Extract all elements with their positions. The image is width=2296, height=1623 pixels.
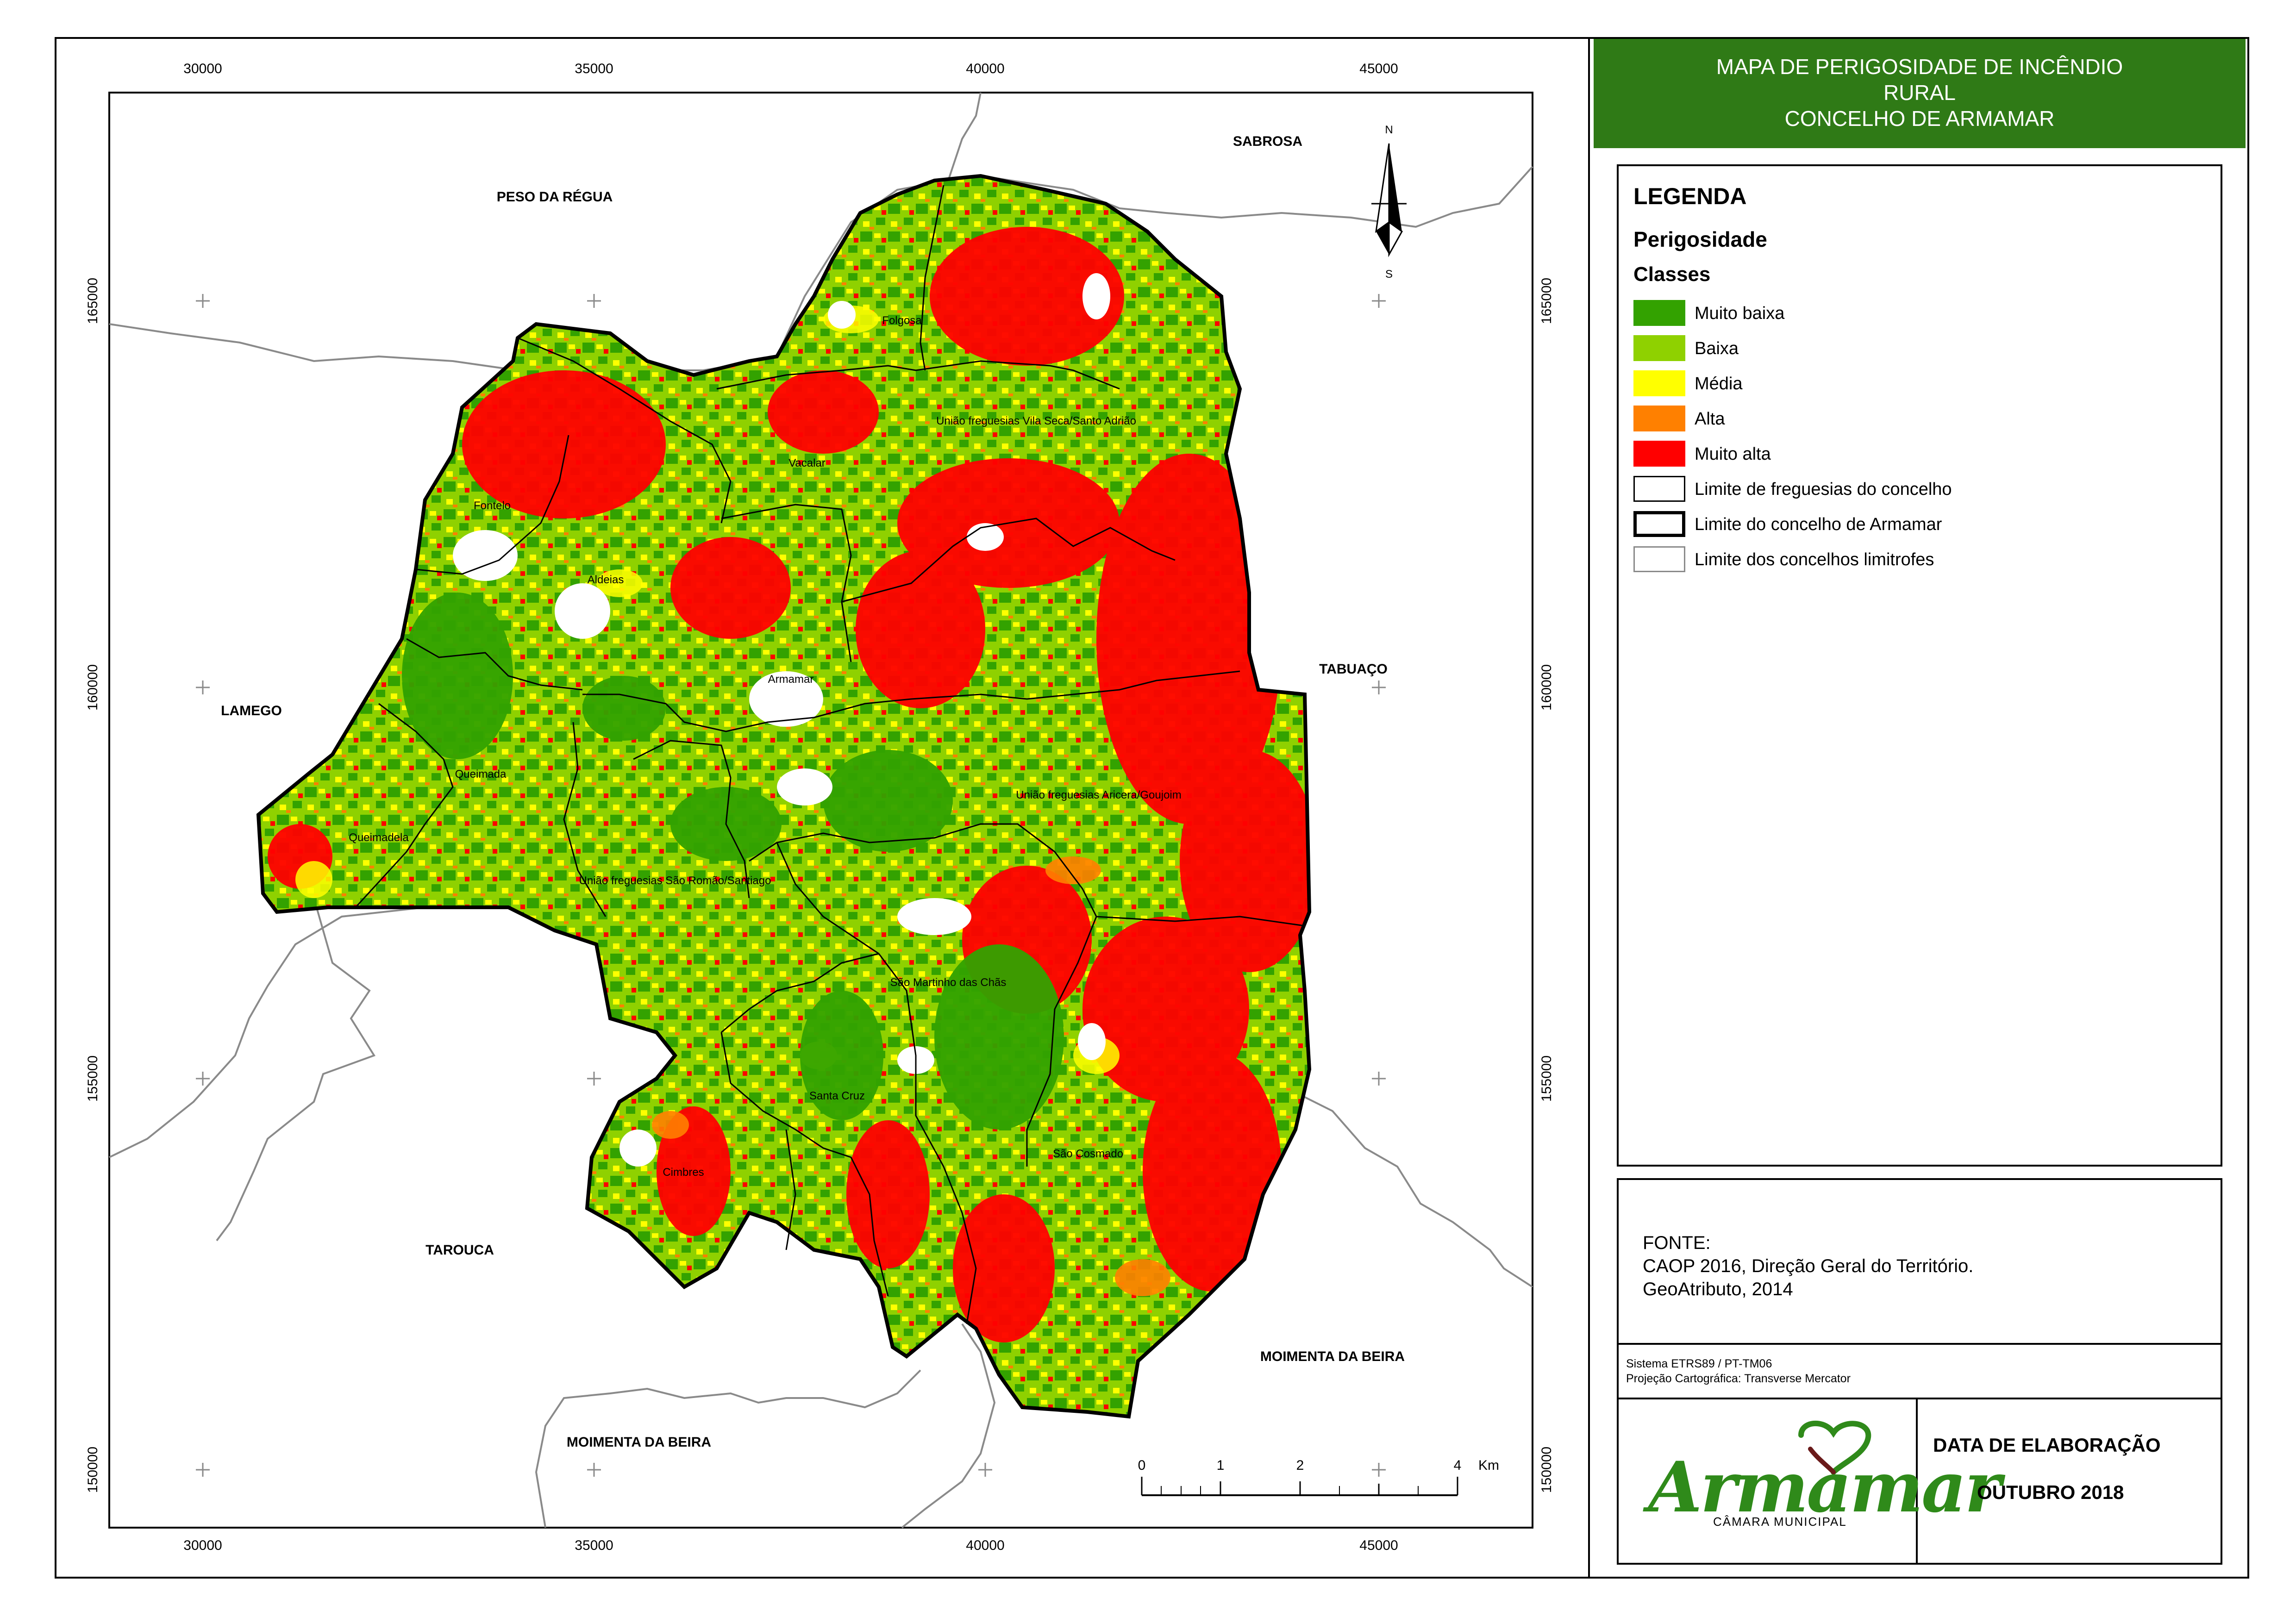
legend-label: Muito alta <box>1695 444 1771 464</box>
parish-label: Fontelo <box>474 499 511 512</box>
legend-swatch <box>1633 441 1685 467</box>
legend-label: Alta <box>1695 409 1725 429</box>
y-tick-left-0: 165000 <box>85 278 100 324</box>
y-tick-right-3: 150000 <box>1539 1447 1554 1493</box>
neighbour-peso-da-regua: PESO DA RÉGUA <box>497 189 613 205</box>
legend-swatch <box>1633 370 1685 396</box>
title-line-3: CONCELHO DE ARMAMAR <box>1784 106 2055 131</box>
parish-label: Cimbres <box>663 1166 704 1179</box>
projection-text: Sistema ETRS89 / PT-TM06 Projeção Cartog… <box>1626 1356 1851 1386</box>
date-value: OUTUBRO 2018 <box>1977 1481 2124 1503</box>
x-tick-bottom-2: 40000 <box>966 1538 1004 1553</box>
parish-label: Folgosa <box>882 314 922 327</box>
legend-heading: LEGENDA <box>1633 183 1747 209</box>
projection-name: Projeção Cartográfica: Transverse Mercat… <box>1626 1372 1851 1385</box>
legend-swatch <box>1633 546 1685 572</box>
x-tick-top-1: 35000 <box>575 61 613 76</box>
legend-swatch <box>1633 406 1685 431</box>
neighbour-tabuaco: TABUAÇO <box>1319 662 1388 677</box>
legend-swatch <box>1633 476 1685 502</box>
neighbour-moimenta-da-beira-east: MOIMENTA DA BEIRA <box>1260 1349 1405 1364</box>
parish-label: São Martinho das Chãs <box>890 976 1007 989</box>
scale-label-2: 2 <box>1296 1458 1304 1473</box>
scale-unit: Km <box>1478 1458 1499 1473</box>
legend-label: Limite do concelho de Armamar <box>1695 515 1942 534</box>
source-text: FONTE: CAOP 2016, Direção Geral do Terri… <box>1643 1231 1973 1301</box>
parish-label: Aldeias <box>588 574 624 586</box>
x-tick-top-3: 45000 <box>1359 61 1398 76</box>
neighbour-sabrosa: SABROSA <box>1233 134 1302 149</box>
legend-label: Média <box>1695 374 1743 393</box>
y-tick-right-2: 155000 <box>1539 1055 1554 1102</box>
title-line-1: MAPA DE PERIGOSIDADE DE INCÊNDIO <box>1716 55 2123 79</box>
date-heading: DATA DE ELABORAÇÃO <box>1933 1434 2161 1456</box>
logo-subtitle: CÂMARA MUNICIPAL <box>1713 1515 1847 1529</box>
parish-label: Santa Cruz <box>809 1090 865 1102</box>
legend-subheading: Perigosidade <box>1633 227 1767 251</box>
parish-label: Vacalar <box>788 457 826 469</box>
x-tick-top-0: 30000 <box>183 61 222 76</box>
x-tick-top-2: 40000 <box>966 61 1004 76</box>
neighbour-tarouca: TAROUCA <box>425 1242 494 1258</box>
legend-swatch <box>1633 511 1685 537</box>
map-canvas: 30000 35000 40000 45000 30000 35000 4000… <box>85 61 1554 1553</box>
legend-swatch <box>1633 300 1685 326</box>
parish-label: União freguesias Vila Seca/Santo Adrião <box>936 415 1136 427</box>
parish-label: União freguesias São Romão/Santiago <box>579 874 771 887</box>
x-tick-bottom-3: 45000 <box>1359 1538 1398 1553</box>
y-tick-left-3: 150000 <box>85 1447 100 1493</box>
scale-label-4: 4 <box>1454 1458 1462 1473</box>
parish-label: Queimadela <box>349 831 409 844</box>
north-label: N <box>1385 124 1393 136</box>
source-line-1: CAOP 2016, Direção Geral do Território. <box>1643 1256 1974 1276</box>
legend-label: Baixa <box>1695 339 1739 358</box>
legend-swatch <box>1633 335 1685 361</box>
parish-label: União freguesias Aricera/Goujoim <box>1016 789 1182 801</box>
scale-label-1: 1 <box>1217 1458 1225 1473</box>
y-tick-left-1: 160000 <box>85 664 100 711</box>
neighbour-moimenta-da-beira-south: MOIMENTA DA BEIRA <box>567 1435 711 1450</box>
map-panel: 30000 35000 40000 45000 30000 35000 4000… <box>55 37 1588 1579</box>
source-heading: FONTE: <box>1643 1233 1711 1253</box>
south-label: S <box>1385 268 1393 281</box>
scale-label-0: 0 <box>1138 1458 1146 1473</box>
x-tick-bottom-0: 30000 <box>183 1538 222 1553</box>
x-tick-bottom-1: 35000 <box>575 1538 613 1553</box>
legend-label: Limite dos concelhos limitrofes <box>1695 550 1934 569</box>
parish-label: Armamar <box>768 673 814 686</box>
map-title: MAPA DE PERIGOSIDADE DE INCÊNDIO RURAL C… <box>1594 39 2246 148</box>
y-tick-right-0: 165000 <box>1539 278 1554 324</box>
parish-label: São Cosmado <box>1053 1148 1123 1160</box>
projection-system: Sistema ETRS89 / PT-TM06 <box>1626 1357 1772 1370</box>
source-line-2: GeoAtributo, 2014 <box>1643 1279 1793 1299</box>
legend-label: Limite de freguesias do concelho <box>1695 480 1952 499</box>
neighbour-lamego: LAMEGO <box>221 703 282 718</box>
y-tick-right-1: 160000 <box>1539 664 1554 711</box>
y-tick-left-2: 155000 <box>85 1055 100 1102</box>
title-line-2: RURAL <box>1883 81 1956 105</box>
legend-label: Muito baixa <box>1695 304 1785 323</box>
parish-label: Queimada <box>455 768 507 780</box>
legend-classes-heading: Classes <box>1633 263 1711 286</box>
